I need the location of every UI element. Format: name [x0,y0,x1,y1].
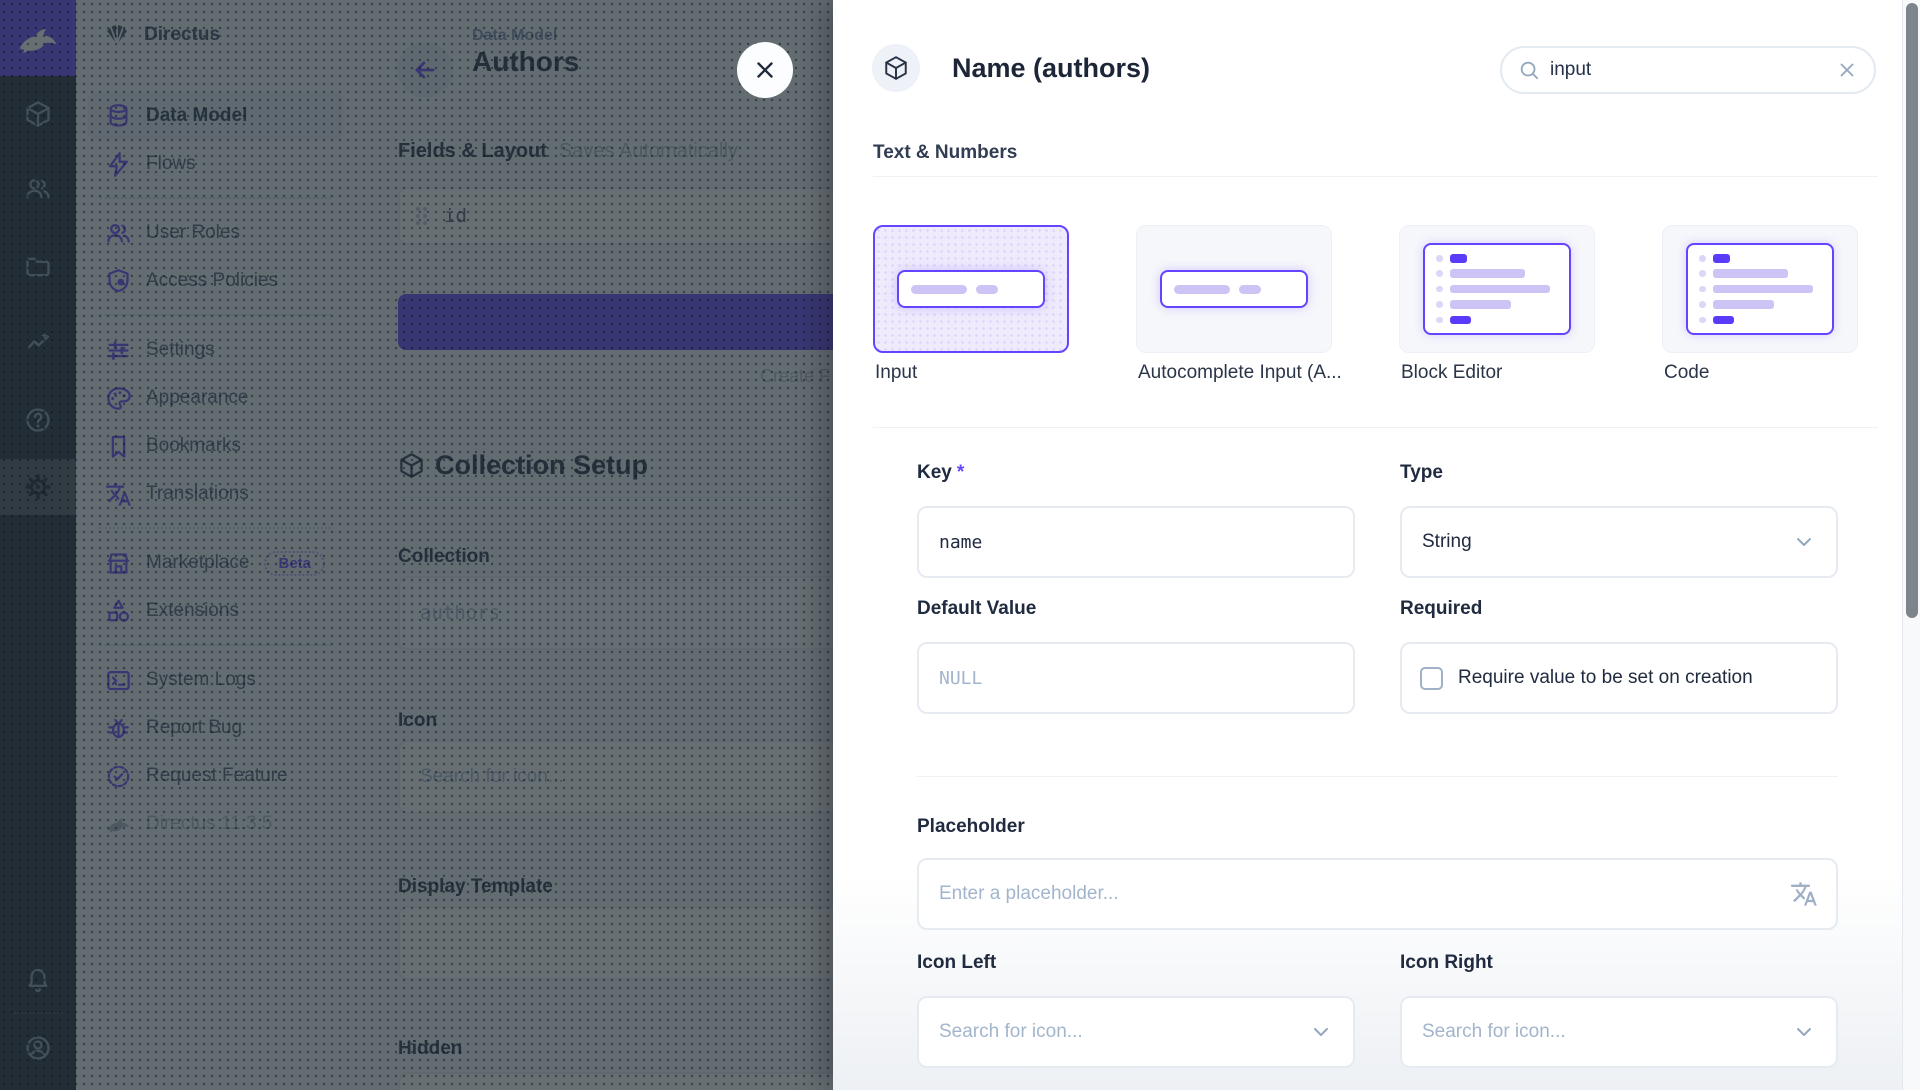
placeholder-field [917,858,1838,930]
drawer-overlay[interactable] [0,0,833,1090]
interface-card-label: Input [875,362,917,384]
key-input[interactable] [917,506,1355,578]
search-icon [1518,59,1540,81]
interface-search-input[interactable] [1550,59,1826,81]
default-value-label: Default Value [917,598,1036,620]
input-preview [1160,270,1308,308]
drawer-title: Name (authors) [952,53,1150,84]
options-divider [917,776,1838,777]
interface-card-autocomplete[interactable] [1136,225,1332,353]
clear-search-icon[interactable] [1836,59,1858,81]
blocks-preview [1686,243,1834,335]
required-asterisk: * [957,462,964,483]
app-root: Directus Data Model Flows User Roles Acc… [0,0,1920,1090]
group-divider [873,176,1878,177]
cards-divider [873,427,1878,428]
default-value-input[interactable] [917,642,1355,714]
close-icon [752,57,778,83]
icon-right-select[interactable]: Search for icon... [1400,996,1838,1068]
required-checkbox[interactable] [1420,667,1443,690]
interface-card-block-editor[interactable] [1399,225,1595,353]
chevron-down-icon [1792,530,1816,554]
drawer-badge [872,44,920,92]
placeholder-input[interactable] [917,858,1838,930]
icon-right-label: Icon Right [1400,952,1493,974]
interface-card-input[interactable] [873,225,1069,353]
translate-icon[interactable] [1790,880,1818,908]
required-field: Require value to be set on creation [1400,642,1838,714]
required-checkbox-label: Require value to be set on creation [1458,667,1753,689]
chevron-down-icon [1792,1020,1816,1044]
placeholder-label: Placeholder [917,816,1025,838]
interface-card-label: Code [1664,362,1709,384]
chevron-down-icon [1309,1020,1333,1044]
icon-left-label: Icon Left [917,952,996,974]
drawer-close-button[interactable] [737,42,793,98]
interface-search [1500,46,1876,94]
interface-group-heading: Text & Numbers [873,142,1017,164]
interface-card-code[interactable] [1662,225,1858,353]
field-config-drawer: Name (authors) Text & Numbers Input Auto… [833,0,1920,1090]
interface-card-label: Autocomplete Input (A... [1138,362,1342,384]
required-label: Required [1400,598,1482,620]
key-label: Key* [917,462,964,484]
type-label: Type [1400,462,1443,484]
blocks-preview [1423,243,1571,335]
box-icon [883,55,909,81]
input-preview [897,270,1045,308]
scrollbar-track[interactable] [1902,0,1920,1090]
interface-card-label: Block Editor [1401,362,1502,384]
type-select[interactable]: String [1400,506,1838,578]
icon-left-select[interactable]: Search for icon... [917,996,1355,1068]
scrollbar-thumb[interactable] [1906,3,1918,618]
